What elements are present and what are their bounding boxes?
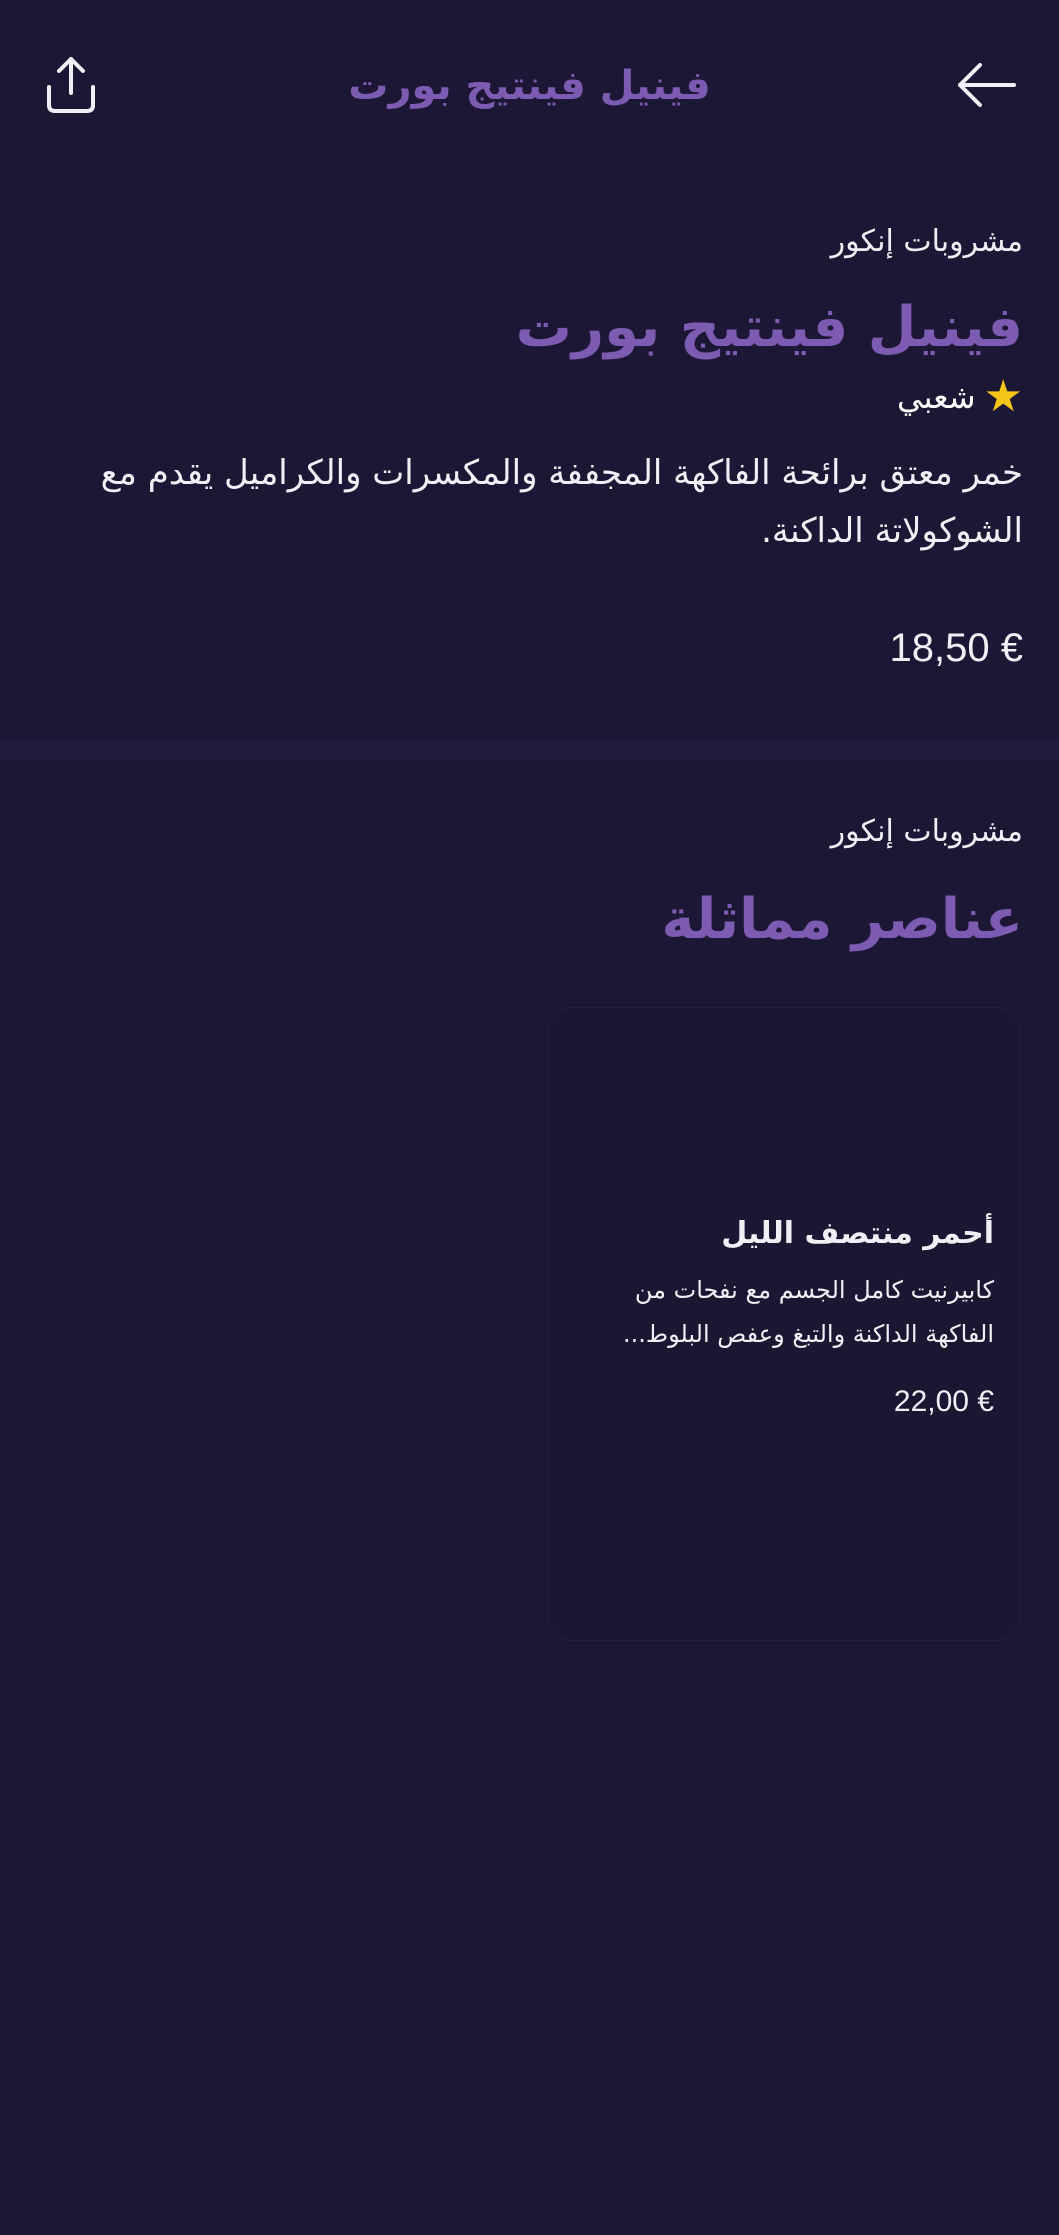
similar-items-section: مشروبات إنكور عناصر مماثلة xyxy=(36,810,1023,960)
similar-category: مشروبات إنكور xyxy=(830,814,1023,849)
product-details: مشروبات إنكور فينيل فينتيج بورت ★ شعبي خ… xyxy=(36,200,1023,676)
arrow-right-icon xyxy=(958,63,1016,107)
card-body: أحمر منتصف الليل كابيرنيت كامل الجسم مع … xyxy=(574,1212,994,1424)
card-title: أحمر منتصف الليل xyxy=(721,1216,994,1251)
share-icon xyxy=(47,57,95,113)
page-title: فينيل فينتيج بورت xyxy=(348,63,711,109)
similar-items-title: عناصر مماثلة xyxy=(661,887,1023,952)
popular-badge: ★ شعبي xyxy=(36,374,1023,420)
product-description: خمر معتق برائحة الفاكهة المجففة والمكسرا… xyxy=(100,453,1023,551)
product-category: مشروبات إنكور xyxy=(830,224,1023,259)
share-button[interactable] xyxy=(36,50,106,120)
card-description: كابيرنيت كامل الجسم مع نفحات من الفاكهة … xyxy=(622,1276,994,1348)
product-name: فينيل فينتيج بورت xyxy=(515,295,1023,360)
top-bar: فينيل فينتيج بورت xyxy=(0,0,1059,170)
back-button[interactable] xyxy=(953,50,1023,120)
card-price: 22,00 € xyxy=(893,1385,994,1418)
badge-label: شعبي xyxy=(896,378,976,416)
star-icon: ★ xyxy=(983,371,1023,422)
section-divider xyxy=(0,740,1059,760)
similar-item-card[interactable]: أحمر منتصف الليل كابيرنيت كامل الجسم مع … xyxy=(548,1008,1020,1640)
product-price: 18,50 € xyxy=(889,626,1023,670)
